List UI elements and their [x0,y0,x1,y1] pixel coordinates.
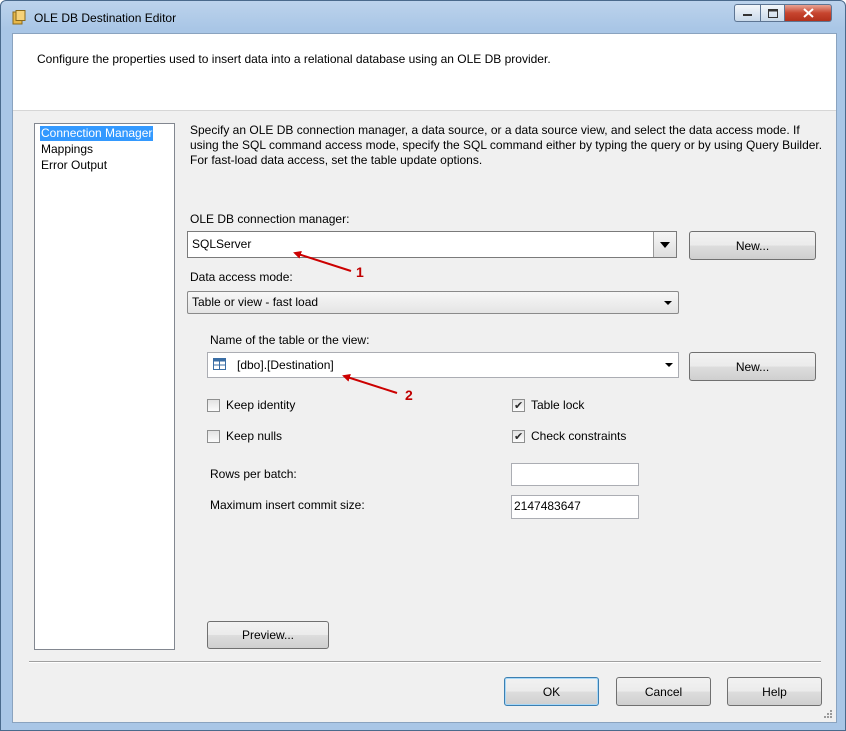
editor-window: OLE DB Destination Editor Configure the … [0,0,846,731]
annotation-arrows [293,251,398,394]
annotation-label-1: 1 [356,264,364,280]
annotation-arrow-2 [342,374,398,394]
annotation-arrow-1 [293,251,352,272]
annotation-label-2: 2 [405,387,413,403]
